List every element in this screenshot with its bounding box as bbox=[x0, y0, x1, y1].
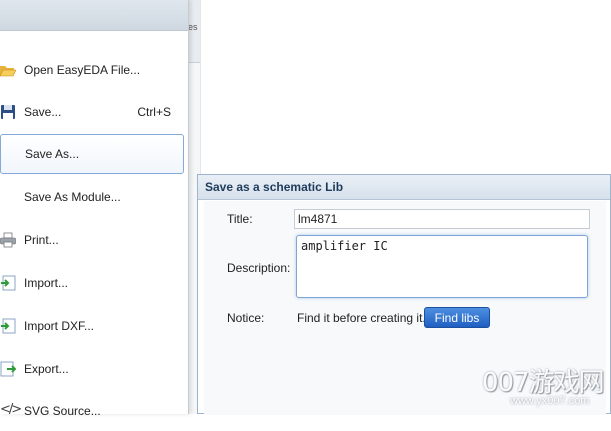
menu-item-save-as[interactable]: Save As... bbox=[0, 134, 184, 174]
menu-item-label: Save... bbox=[24, 105, 62, 119]
menu-item-import-dxf[interactable]: Import DXF... bbox=[0, 306, 184, 346]
menu-item-label: Save As Module... bbox=[24, 190, 121, 204]
background-tab-label: es bbox=[188, 22, 198, 32]
menu-item-export[interactable]: Export... bbox=[0, 349, 184, 389]
find-libs-button[interactable]: Find libs bbox=[424, 307, 490, 328]
menu-item-open-easyeda-file[interactable]: Open EasyEDA File... bbox=[0, 50, 184, 90]
menu-item-label: Open EasyEDA File... bbox=[24, 63, 141, 77]
floppy-disk-icon bbox=[1, 105, 15, 119]
watermark-url: www.yx007.com bbox=[510, 395, 590, 407]
file-menu-header bbox=[0, 0, 188, 31]
menu-item-label: SVG Source... bbox=[24, 404, 101, 418]
notice-label: Notice: bbox=[227, 311, 265, 325]
menu-item-svg-source[interactable]: </> SVG Source... bbox=[0, 391, 184, 431]
title-label: Title: bbox=[227, 212, 253, 226]
import-icon bbox=[1, 275, 16, 291]
code-brackets-icon: </> bbox=[0, 402, 22, 417]
menu-item-label: Save As... bbox=[25, 147, 80, 161]
description-label: Description: bbox=[227, 261, 291, 275]
menu-item-shortcut: Ctrl+S bbox=[137, 105, 171, 119]
menu-item-label: Import... bbox=[24, 276, 69, 290]
menu-item-label: Export... bbox=[24, 362, 69, 376]
menu-item-label: Import DXF... bbox=[24, 319, 95, 333]
description-textarea[interactable]: amplifier IC bbox=[296, 235, 588, 298]
export-icon bbox=[0, 361, 16, 377]
title-input[interactable] bbox=[294, 209, 590, 229]
watermark-logo: 007游戏网 bbox=[482, 368, 605, 398]
notice-text: Find it before creating it. bbox=[297, 311, 426, 325]
dialog-title[interactable]: Save as a schematic Lib bbox=[198, 175, 610, 200]
import-dxf-icon bbox=[1, 318, 16, 334]
file-menu: Open EasyEDA File... Save... Ctrl+S Save… bbox=[0, 0, 189, 418]
menu-item-save[interactable]: Save... Ctrl+S bbox=[0, 92, 184, 132]
menu-item-import[interactable]: Import... bbox=[0, 263, 184, 303]
menu-item-label: Print... bbox=[24, 233, 59, 247]
printer-icon bbox=[0, 232, 16, 248]
menu-item-save-as-module[interactable]: Save As Module... bbox=[0, 177, 184, 217]
folder-open-icon bbox=[0, 66, 16, 77]
menu-item-print[interactable]: Print... bbox=[0, 220, 184, 260]
